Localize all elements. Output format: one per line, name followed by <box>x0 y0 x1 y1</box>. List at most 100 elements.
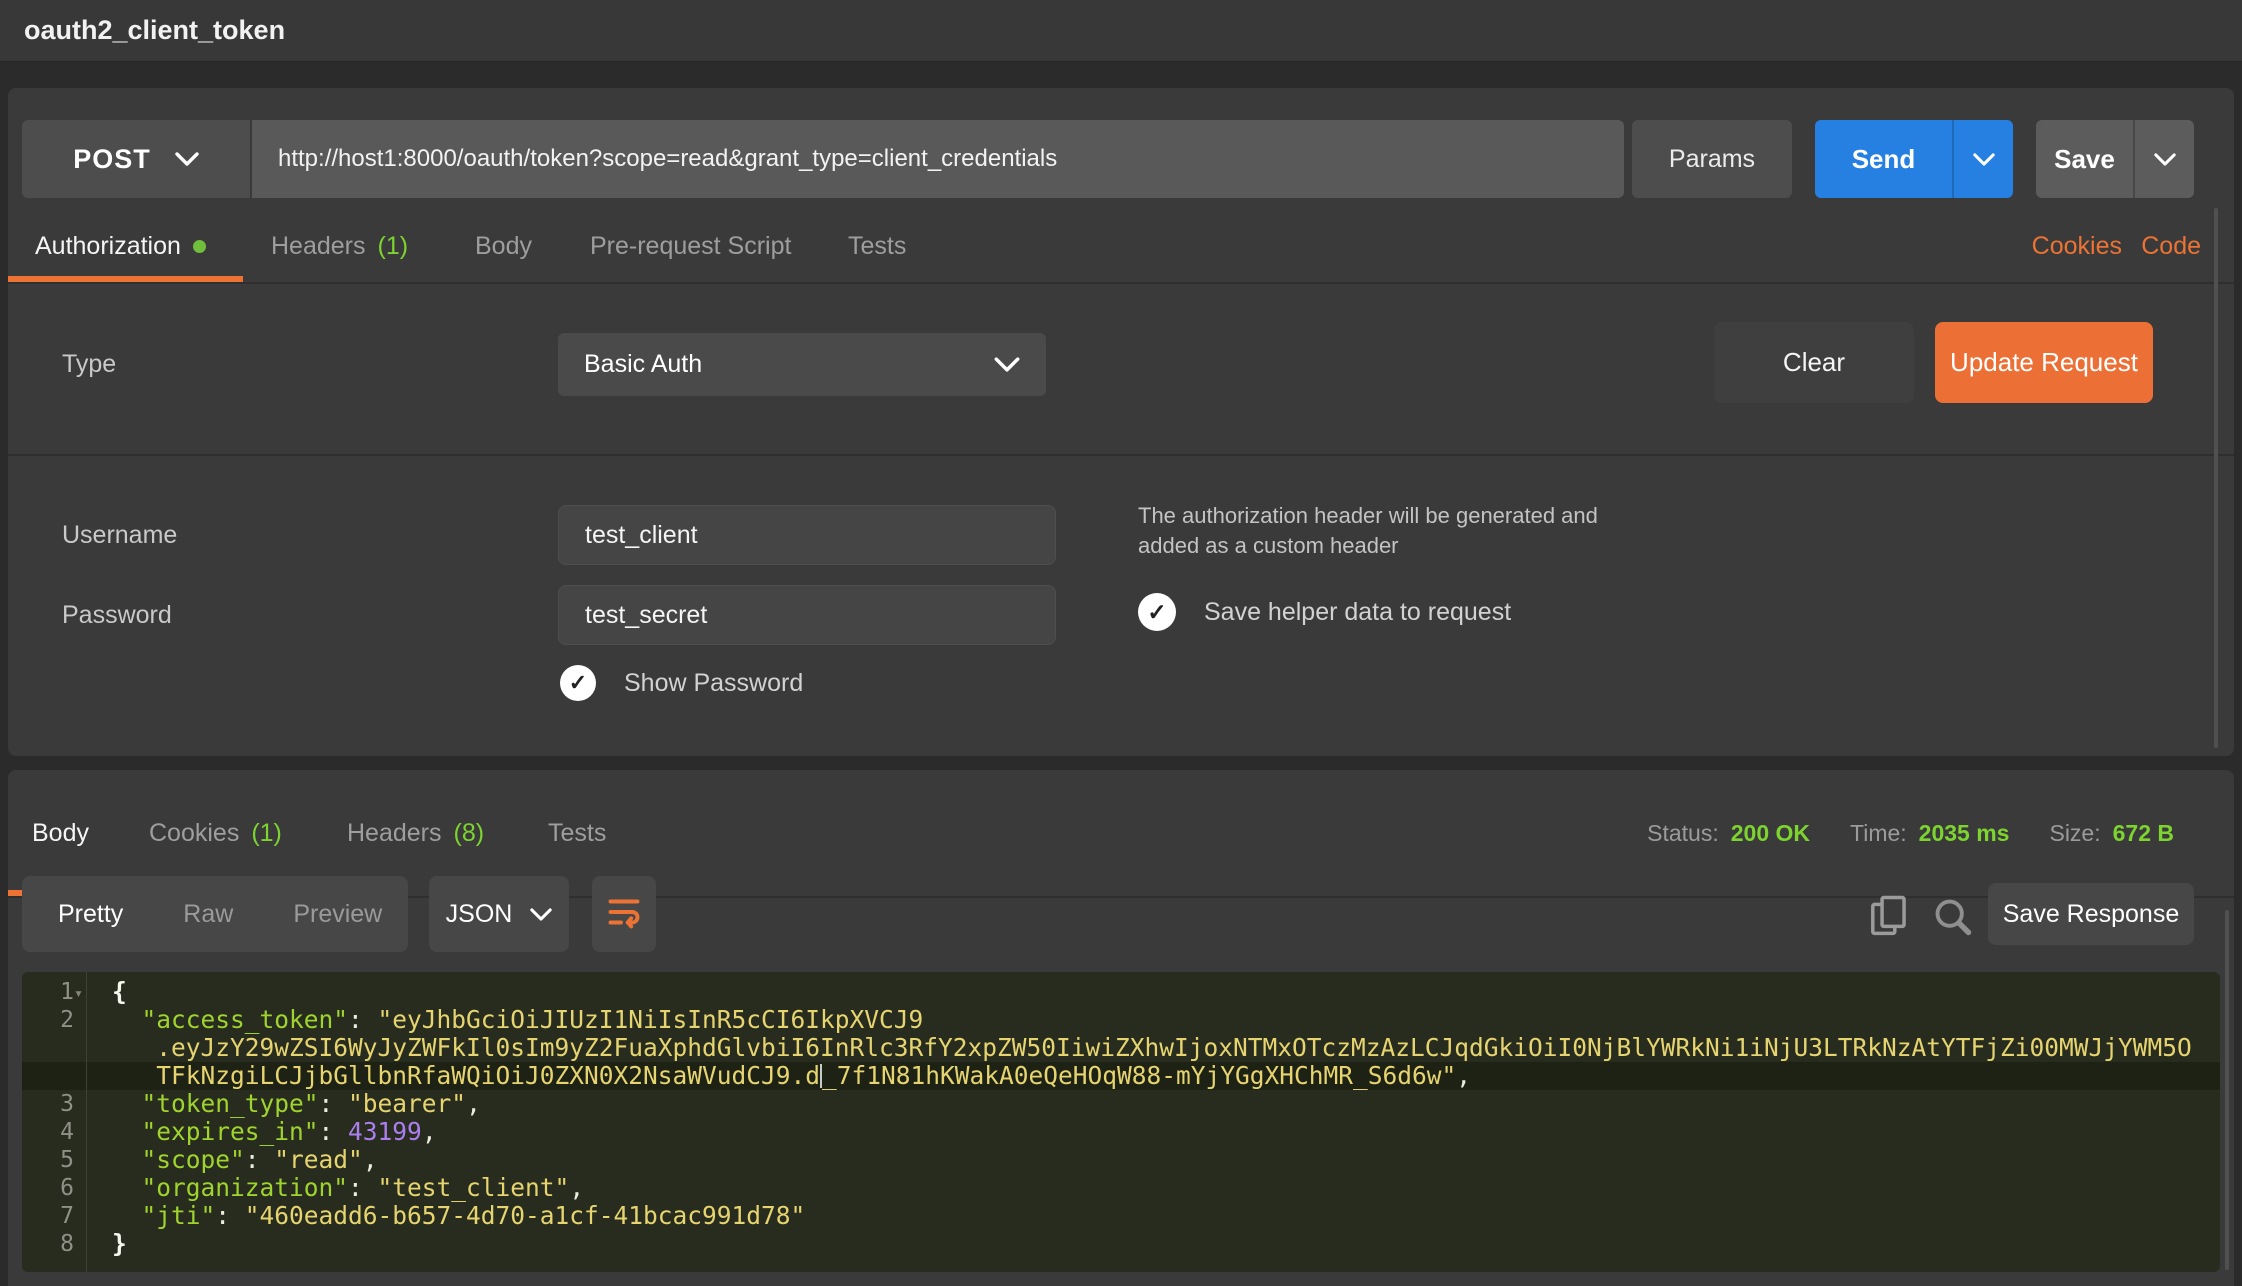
type-label: Type <box>62 333 116 396</box>
view-pretty-button[interactable]: Pretty <box>58 900 123 929</box>
line-number <box>22 1062 86 1090</box>
username-field-wrap <box>558 505 1056 565</box>
chevron-down-icon <box>994 357 1020 372</box>
code-row: 1▾{ <box>22 978 2220 1006</box>
code-row: 4 "expires_in": 43199, <box>22 1118 2220 1146</box>
tab-label: Pre-request Script <box>590 232 791 261</box>
send-options-button[interactable] <box>1952 120 2013 198</box>
line-number[interactable]: 1▾ <box>22 978 86 1006</box>
line-number: 5 <box>22 1146 86 1174</box>
tab-tests[interactable]: Tests <box>848 210 906 282</box>
code-row: 7 "jti": "460eadd6-b657-4d70-a1cf-41bcac… <box>22 1202 2220 1230</box>
code-line: "expires_in": 43199, <box>86 1118 437 1146</box>
line-number: 6 <box>22 1174 86 1202</box>
update-request-button[interactable]: Update Request <box>1935 322 2153 403</box>
tab-label: Tests <box>548 819 606 848</box>
code-row: 6 "organization": "test_client", <box>22 1174 2220 1202</box>
tab-pre-request-script[interactable]: Pre-request Script <box>590 210 791 282</box>
save-helper-checkbox[interactable]: ✓ Save helper data to request <box>1138 593 1511 631</box>
checkmark-icon: ✓ <box>1138 593 1176 631</box>
view-preview-button[interactable]: Preview <box>293 900 382 929</box>
save-options-button[interactable] <box>2133 120 2194 198</box>
checkmark-icon: ✓ <box>560 665 596 701</box>
postman-window: oauth2_client_token POST Params Send Sav… <box>0 0 2242 1286</box>
auth-helper-text: The authorization header will be generat… <box>1138 501 1598 561</box>
status-label: Status: <box>1647 820 1719 847</box>
search-response-button[interactable] <box>1932 896 1974 943</box>
password-field-wrap <box>558 585 1056 645</box>
code-line: "token_type": "bearer", <box>86 1090 481 1118</box>
update-request-label: Update Request <box>1950 347 2138 378</box>
search-icon <box>1932 925 1974 942</box>
time-value: 2035 ms <box>1919 820 2010 847</box>
username-input[interactable] <box>559 506 1055 564</box>
password-input[interactable] <box>559 586 1055 644</box>
code-link[interactable]: Code <box>2141 210 2201 282</box>
tab-headers[interactable]: Headers (1) <box>271 210 408 282</box>
clear-button[interactable]: Clear <box>1714 322 1914 403</box>
code-line: TFkNzgiLCJjbGllbnRfaWQiOiJ0ZXN0X2NsaWVud… <box>86 1062 1471 1090</box>
code-row: 8} <box>22 1230 2220 1258</box>
line-number: 7 <box>22 1202 86 1230</box>
line-number: 4 <box>22 1118 86 1146</box>
params-label: Params <box>1669 145 1755 174</box>
status-value: 200 OK <box>1731 820 1810 847</box>
helper-line-1: The authorization header will be generat… <box>1138 501 1598 531</box>
tab-label: Headers <box>347 819 442 848</box>
wrap-text-button[interactable] <box>592 876 656 952</box>
cookies-label: Cookies <box>2032 232 2122 261</box>
line-number: 3 <box>22 1090 86 1118</box>
tab-count: (1) <box>378 232 409 261</box>
method-select[interactable]: POST <box>22 120 250 198</box>
save-helper-label: Save helper data to request <box>1204 598 1511 627</box>
builder-scrollbar[interactable] <box>2214 208 2218 748</box>
view-raw-button[interactable]: Raw <box>183 900 233 929</box>
fold-caret-icon[interactable]: ▾ <box>74 979 83 1007</box>
auth-type-value: Basic Auth <box>584 350 702 379</box>
tab-label: Cookies <box>149 819 239 848</box>
size-value: 672 B <box>2113 820 2174 847</box>
tab-authorization[interactable]: Authorization <box>35 210 206 282</box>
time-metric: Time: 2035 ms <box>1850 820 2009 847</box>
save-button-group: Save <box>2036 120 2194 198</box>
response-scrollbar[interactable] <box>2225 910 2229 1270</box>
request-builder-panel: POST Params Send Save <box>8 88 2234 756</box>
params-button[interactable]: Params <box>1632 120 1792 198</box>
response-body-editor[interactable]: 1▾{2 "access_token": "eyJhbGciOiJIUzI1Ni… <box>22 972 2220 1272</box>
send-label: Send <box>1852 144 1916 175</box>
code-line: "access_token": "eyJhbGciOiJIUzI1NiIsInR… <box>86 1006 923 1034</box>
auth-type-dropdown[interactable]: Basic Auth <box>558 333 1046 396</box>
show-password-label: Show Password <box>624 669 803 698</box>
url-input[interactable] <box>252 120 1624 198</box>
response-view-switcher: Pretty Raw Preview <box>22 876 408 952</box>
copy-response-button[interactable] <box>1869 894 1909 943</box>
clear-label: Clear <box>1783 347 1845 378</box>
code-label: Code <box>2141 232 2201 261</box>
show-password-checkbox[interactable]: ✓ Show Password <box>560 665 803 701</box>
tab-label: Headers <box>271 232 366 261</box>
tab-count: (1) <box>251 819 282 848</box>
response-format-dropdown[interactable]: JSON <box>429 876 569 952</box>
tab-count: (8) <box>454 819 485 848</box>
format-value: JSON <box>446 900 513 929</box>
cookies-link[interactable]: Cookies <box>2032 210 2122 282</box>
code-row: 3 "token_type": "bearer", <box>22 1090 2220 1118</box>
response-panel: Body Cookies (1) Headers (8) Tests Statu… <box>8 770 2234 1286</box>
save-label: Save <box>2054 144 2115 175</box>
tab-label: Authorization <box>35 232 181 261</box>
wrap-text-icon <box>606 894 642 935</box>
send-button[interactable]: Send <box>1815 120 1952 198</box>
size-metric: Size: 672 B <box>2049 820 2174 847</box>
tab-label: Body <box>32 819 89 848</box>
username-label: Username <box>62 505 177 565</box>
code-line: "organization": "test_client", <box>86 1174 584 1202</box>
line-number <box>22 1034 86 1062</box>
save-response-button[interactable]: Save Response <box>1988 883 2194 945</box>
save-button[interactable]: Save <box>2036 120 2133 198</box>
code-line: { <box>86 978 127 1006</box>
tab-body[interactable]: Body <box>475 210 532 282</box>
code-row: 5 "scope": "read", <box>22 1146 2220 1174</box>
helper-line-2: added as a custom header <box>1138 531 1598 561</box>
save-response-label: Save Response <box>2003 900 2180 929</box>
code-line: "scope": "read", <box>86 1146 378 1174</box>
